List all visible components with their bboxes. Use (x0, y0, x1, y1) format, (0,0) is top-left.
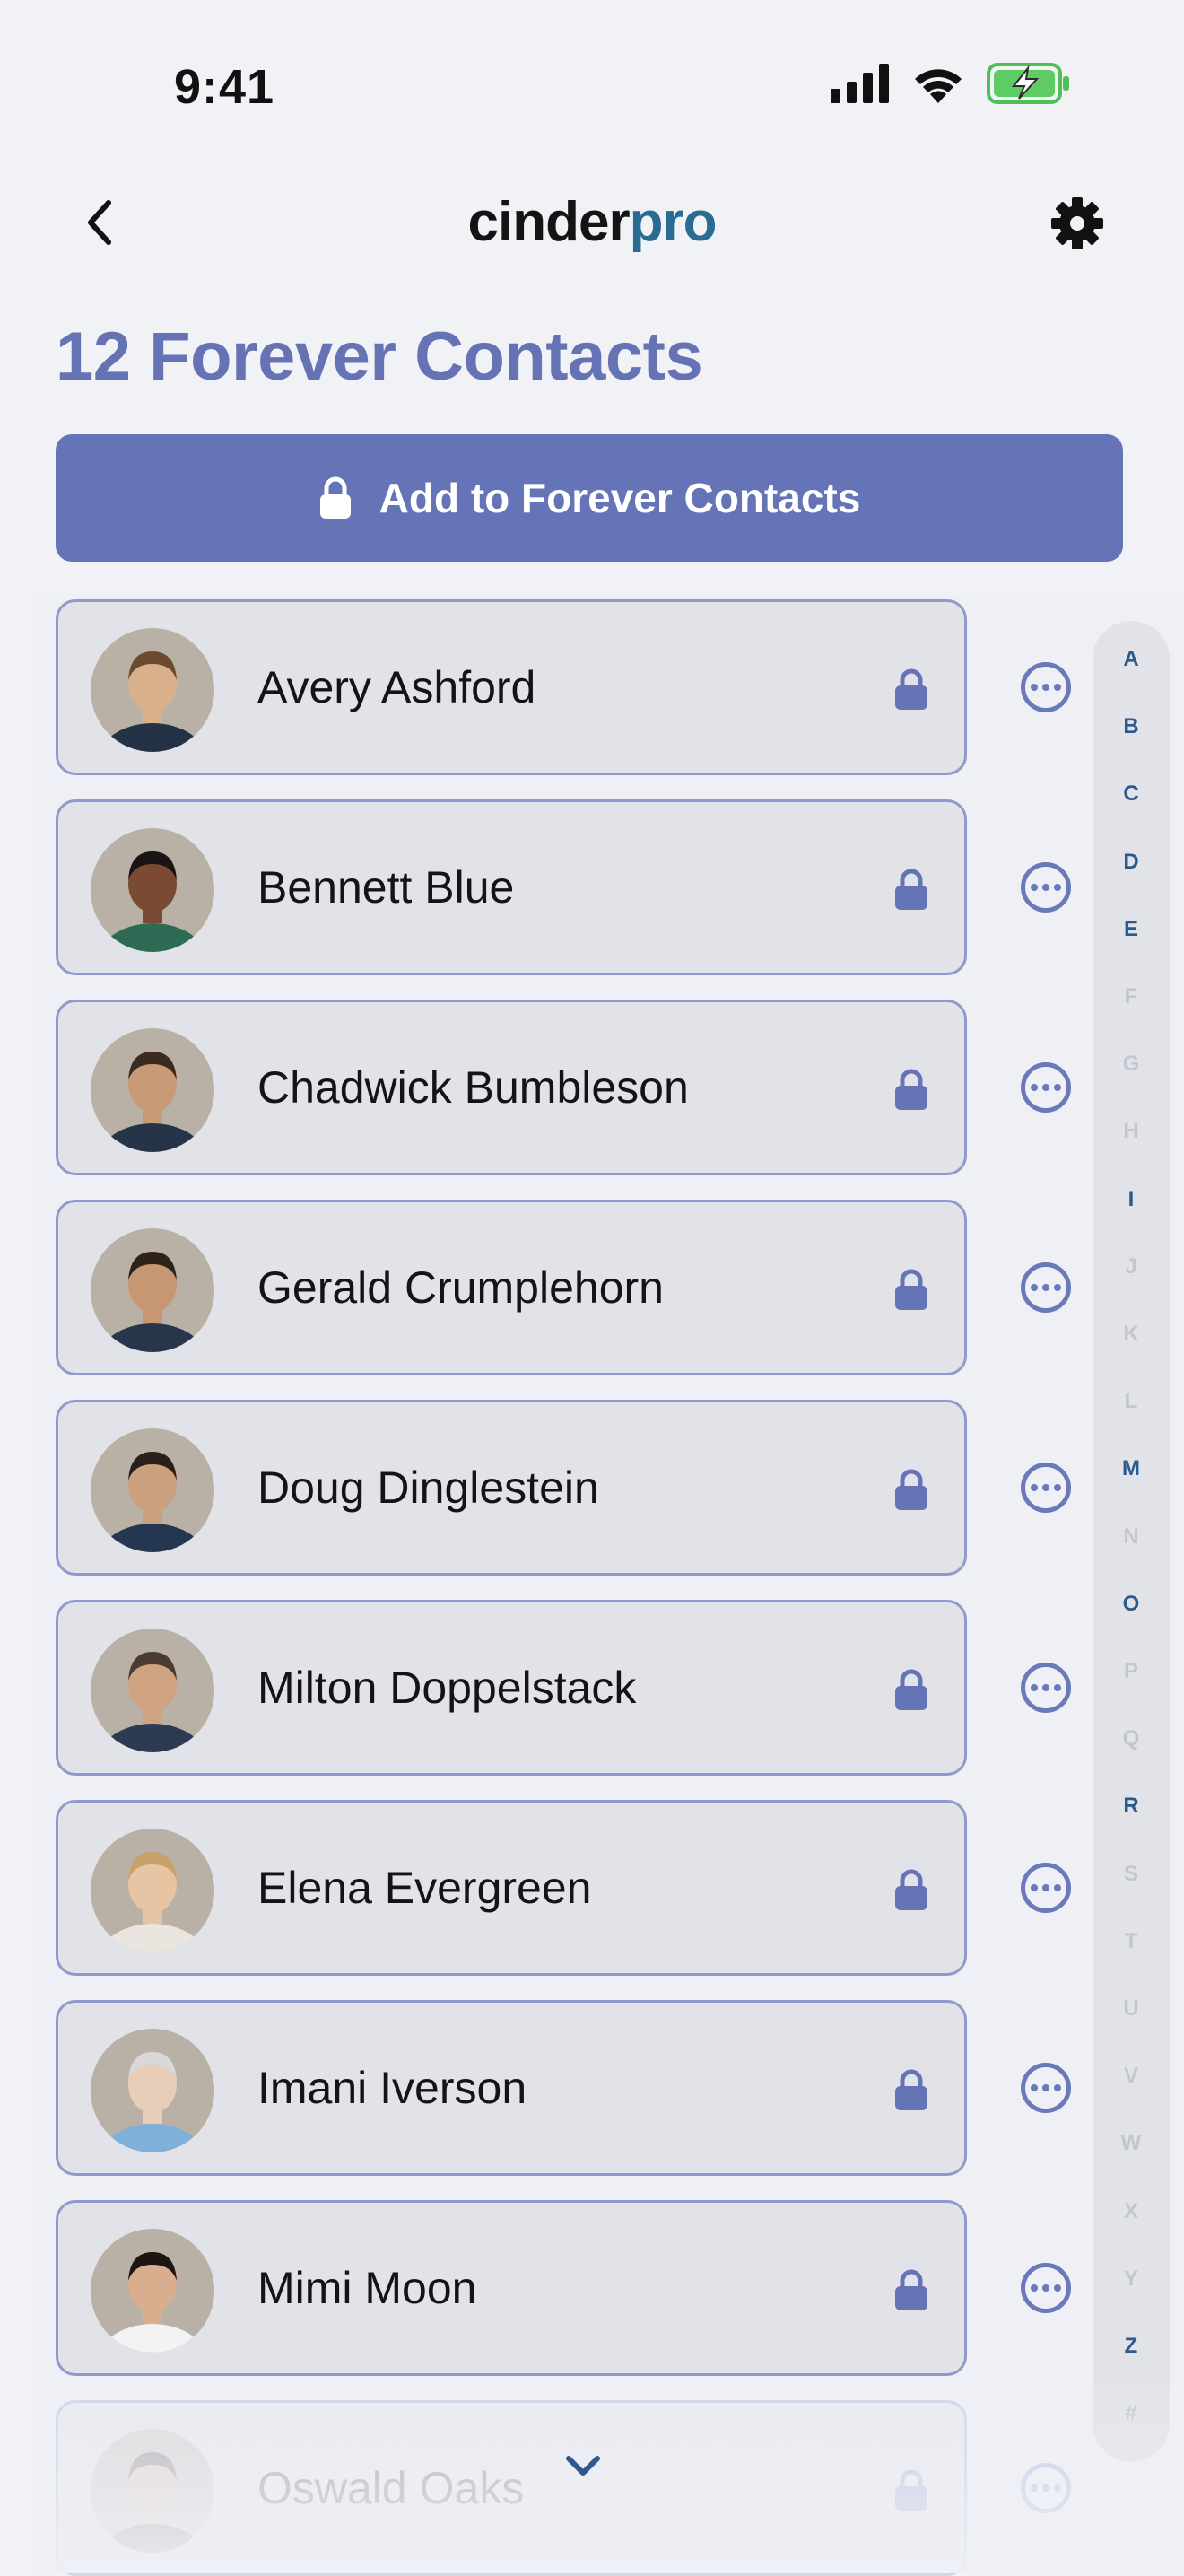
avatar (91, 2029, 214, 2152)
index-letter[interactable]: C (1093, 782, 1170, 807)
more-options-button[interactable] (1021, 662, 1071, 712)
contact-row[interactable]: Milton Doppelstack (56, 1600, 967, 1776)
lock-icon (895, 869, 927, 910)
index-letter[interactable]: P (1093, 1659, 1170, 1684)
logo-pro: pro (629, 191, 718, 253)
index-letter[interactable]: L (1093, 1389, 1170, 1414)
index-letter[interactable]: V (1093, 2064, 1170, 2089)
contact-row[interactable]: Avery Ashford (56, 599, 967, 775)
contact-name: Chadwick Bumbleson (257, 1062, 689, 1113)
lock-icon (895, 668, 927, 710)
contact-row[interactable]: Imani Iverson (56, 2000, 967, 2176)
index-letter[interactable]: T (1093, 1929, 1170, 1954)
signal-icon (831, 64, 889, 103)
index-letter[interactable]: S (1093, 1862, 1170, 1887)
avatar (91, 1428, 214, 1552)
index-letter[interactable]: O (1093, 1592, 1170, 1617)
lock-icon (895, 1069, 927, 1110)
more-options-button[interactable] (1021, 1663, 1071, 1713)
more-options-button[interactable] (1021, 1463, 1071, 1513)
index-letter[interactable]: H (1093, 1119, 1170, 1144)
lock-icon (895, 1269, 927, 1310)
index-letter[interactable]: U (1093, 1996, 1170, 2022)
app-logo: cinderpro (0, 190, 1184, 254)
contact-name: Avery Ashford (257, 662, 536, 712)
status-time: 9:41 (174, 60, 275, 114)
avatar (91, 628, 214, 752)
lock-icon (895, 1869, 927, 1910)
lock-icon (895, 1669, 927, 1710)
contact-name: Gerald Crumplehorn (257, 1262, 664, 1313)
add-button-label: Add to Forever Contacts (379, 475, 861, 521)
index-letter[interactable]: E (1093, 917, 1170, 942)
nav-bar: cinderpro (0, 170, 1184, 278)
contact-row[interactable]: Bennett Blue (56, 799, 967, 975)
settings-button[interactable] (1048, 194, 1107, 253)
index-letter[interactable]: W (1093, 2131, 1170, 2156)
scroll-fade (32, 2387, 1184, 2573)
contact-name: Bennett Blue (257, 862, 515, 913)
index-letter[interactable]: Z (1093, 2334, 1170, 2359)
more-options-button[interactable] (1021, 2263, 1071, 2313)
status-icons (831, 63, 1071, 104)
index-letter[interactable]: F (1093, 984, 1170, 1009)
index-letter[interactable]: R (1093, 1794, 1170, 1819)
index-letter[interactable]: I (1093, 1187, 1170, 1212)
index-letter[interactable]: K (1093, 1322, 1170, 1347)
status-bar: 9:41 (0, 0, 1184, 144)
contact-row[interactable]: Doug Dinglestein (56, 1400, 967, 1576)
lock-icon (895, 2269, 927, 2310)
page-title: 12 Forever Contacts (56, 319, 703, 395)
index-letter[interactable]: Q (1093, 1726, 1170, 1751)
contact-name: Imani Iverson (257, 2063, 527, 2113)
wifi-icon (915, 69, 962, 103)
contact-name: Elena Evergreen (257, 1863, 592, 1913)
contact-row[interactable]: Mimi Moon (56, 2200, 967, 2376)
avatar (91, 1028, 214, 1152)
index-letter[interactable]: M (1093, 1456, 1170, 1481)
logo-cinder: cinder (467, 191, 631, 253)
more-options-button[interactable] (1021, 862, 1071, 913)
avatar (91, 1228, 214, 1352)
avatar (91, 1629, 214, 1752)
contact-row[interactable]: Elena Evergreen (56, 1800, 967, 1976)
contact-row[interactable]: Chadwick Bumbleson (56, 1000, 967, 1175)
index-letter[interactable]: B (1093, 714, 1170, 739)
index-letter[interactable]: A (1093, 647, 1170, 672)
chevron-down-icon[interactable] (562, 2449, 605, 2482)
index-letter[interactable]: D (1093, 850, 1170, 875)
contact-name: Mimi Moon (257, 2263, 477, 2313)
index-letter[interactable]: Y (1093, 2266, 1170, 2292)
avatar (91, 828, 214, 952)
lock-icon (895, 1469, 927, 1510)
more-options-button[interactable] (1021, 1062, 1071, 1113)
avatar (91, 2229, 214, 2353)
contact-name: Doug Dinglestein (257, 1463, 599, 1513)
more-options-button[interactable] (1021, 1863, 1071, 1913)
avatar (91, 1829, 214, 1952)
gear-icon (1051, 197, 1103, 249)
lock-icon (895, 2069, 927, 2110)
more-options-button[interactable] (1021, 1262, 1071, 1313)
add-to-forever-contacts-button[interactable]: Add to Forever Contacts (56, 434, 1123, 562)
alphabet-index[interactable]: ABCDEFGHIJKLMNOPQRSTUVWXYZ# (1093, 621, 1170, 2462)
contact-row[interactable]: Gerald Crumplehorn (56, 1200, 967, 1375)
index-letter[interactable]: X (1093, 2199, 1170, 2224)
more-options-button[interactable] (1021, 2063, 1071, 2113)
contacts-list: Avery Ashford Bennett Blue Chadwick Bumble… (32, 594, 1184, 2576)
index-letter[interactable]: G (1093, 1052, 1170, 1077)
battery-charging-icon (987, 63, 1069, 104)
contact-name: Milton Doppelstack (257, 1663, 637, 1713)
lock-icon (319, 476, 351, 519)
index-letter[interactable]: J (1093, 1254, 1170, 1279)
index-letter[interactable]: N (1093, 1524, 1170, 1550)
